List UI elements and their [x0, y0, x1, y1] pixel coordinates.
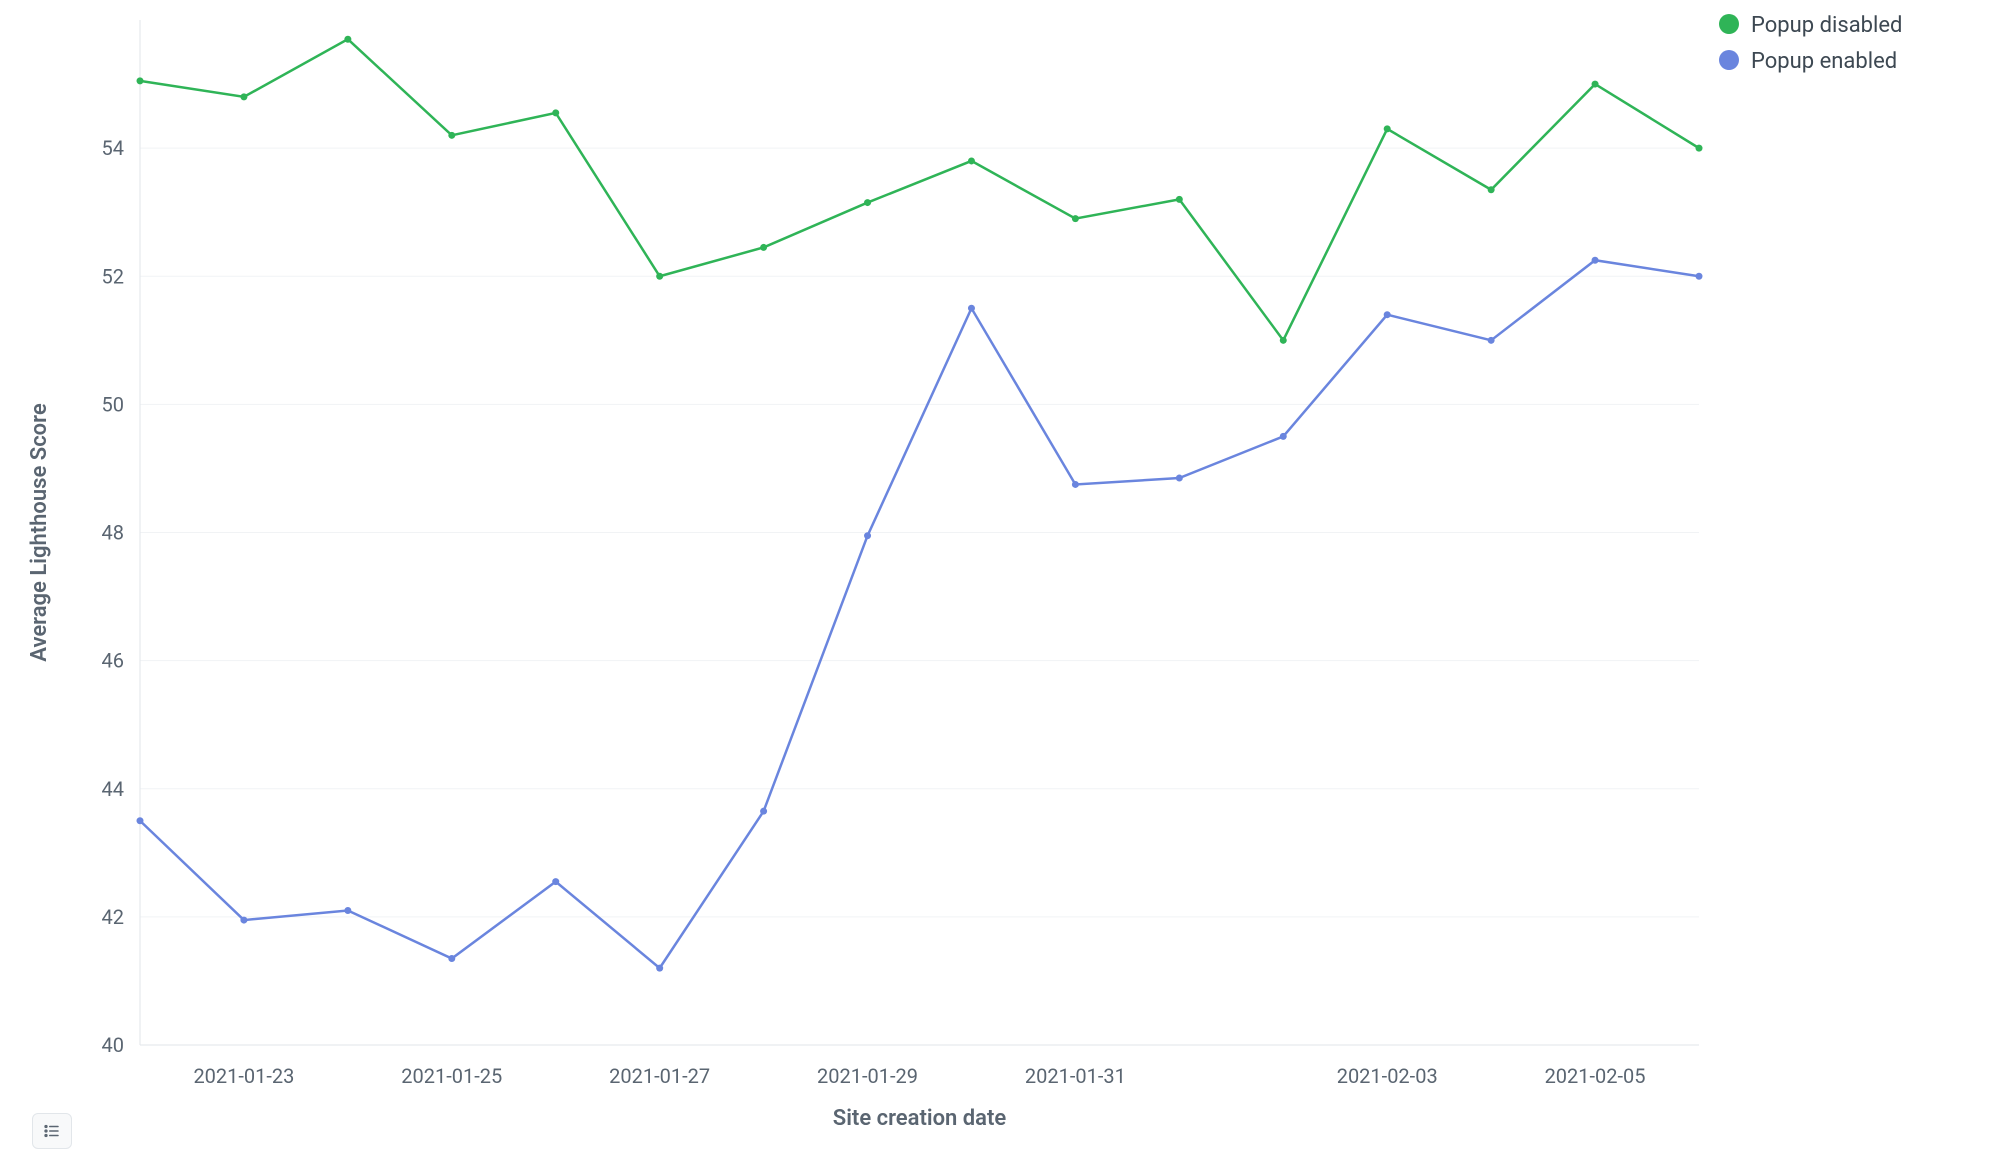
- series-point[interactable]: [1384, 311, 1391, 318]
- series-point[interactable]: [760, 244, 767, 251]
- x-tick-label: 2021-02-03: [1337, 1064, 1438, 1088]
- series-point[interactable]: [968, 157, 975, 164]
- y-tick-label: 42: [102, 905, 124, 929]
- series-point[interactable]: [448, 132, 455, 139]
- y-tick-label: 50: [102, 392, 124, 416]
- y-tick-label: 40: [102, 1033, 124, 1057]
- series-point[interactable]: [864, 532, 871, 539]
- series-point[interactable]: [1072, 215, 1079, 222]
- series-point[interactable]: [137, 817, 144, 824]
- series-point[interactable]: [968, 305, 975, 312]
- series-point[interactable]: [344, 36, 351, 43]
- series-line-0: [140, 39, 1699, 340]
- legend-swatch[interactable]: [1719, 50, 1739, 70]
- series-point[interactable]: [1072, 481, 1079, 488]
- series-point[interactable]: [344, 907, 351, 914]
- x-axis-label: Site creation date: [833, 1106, 1007, 1131]
- series-point[interactable]: [1280, 337, 1287, 344]
- legend-label[interactable]: Popup enabled: [1751, 49, 1897, 74]
- x-tick-label: 2021-01-25: [401, 1064, 502, 1088]
- line-chart: 40 42 44 46 48 50 52 54 2021-01-23 2021-01-25 2021…: [0, 0, 1999, 1165]
- x-tick-label: 2021-01-31: [1025, 1064, 1126, 1088]
- series-point[interactable]: [240, 93, 247, 100]
- series-point[interactable]: [448, 955, 455, 962]
- x-tick-label: 2021-01-27: [609, 1064, 710, 1088]
- series-point[interactable]: [1696, 145, 1703, 152]
- y-tick-label: 54: [102, 136, 124, 160]
- series-point[interactable]: [137, 77, 144, 84]
- series-point[interactable]: [864, 199, 871, 206]
- series-point[interactable]: [1592, 81, 1599, 88]
- series-point[interactable]: [1280, 433, 1287, 440]
- x-tick-label: 2021-01-23: [193, 1064, 294, 1088]
- x-tick-label: 2021-01-29: [817, 1064, 918, 1088]
- series-point[interactable]: [1176, 475, 1183, 482]
- series-point[interactable]: [656, 273, 663, 280]
- legend-label[interactable]: Popup disabled: [1751, 13, 1902, 38]
- series-point[interactable]: [1384, 125, 1391, 132]
- y-tick-label: 52: [102, 264, 124, 288]
- series-point[interactable]: [1592, 257, 1599, 264]
- series-line-1: [140, 260, 1699, 968]
- y-tick-label: 44: [102, 777, 124, 801]
- series-point[interactable]: [240, 917, 247, 924]
- series-point[interactable]: [1176, 196, 1183, 203]
- y-tick-label: 48: [102, 521, 124, 545]
- legend-swatch[interactable]: [1719, 14, 1739, 34]
- series-point[interactable]: [552, 878, 559, 885]
- series-point[interactable]: [1488, 337, 1495, 344]
- list-icon: [43, 1122, 61, 1140]
- series-point[interactable]: [552, 109, 559, 116]
- series-point[interactable]: [760, 808, 767, 815]
- series-point[interactable]: [1696, 273, 1703, 280]
- x-tick-label: 2021-02-05: [1545, 1064, 1646, 1088]
- y-axis-label: Average Lighthouse Score: [27, 403, 52, 662]
- series-point[interactable]: [656, 965, 663, 972]
- series-point[interactable]: [1488, 186, 1495, 193]
- y-tick-label: 46: [102, 649, 124, 673]
- legend-toggle-button[interactable]: [32, 1113, 72, 1149]
